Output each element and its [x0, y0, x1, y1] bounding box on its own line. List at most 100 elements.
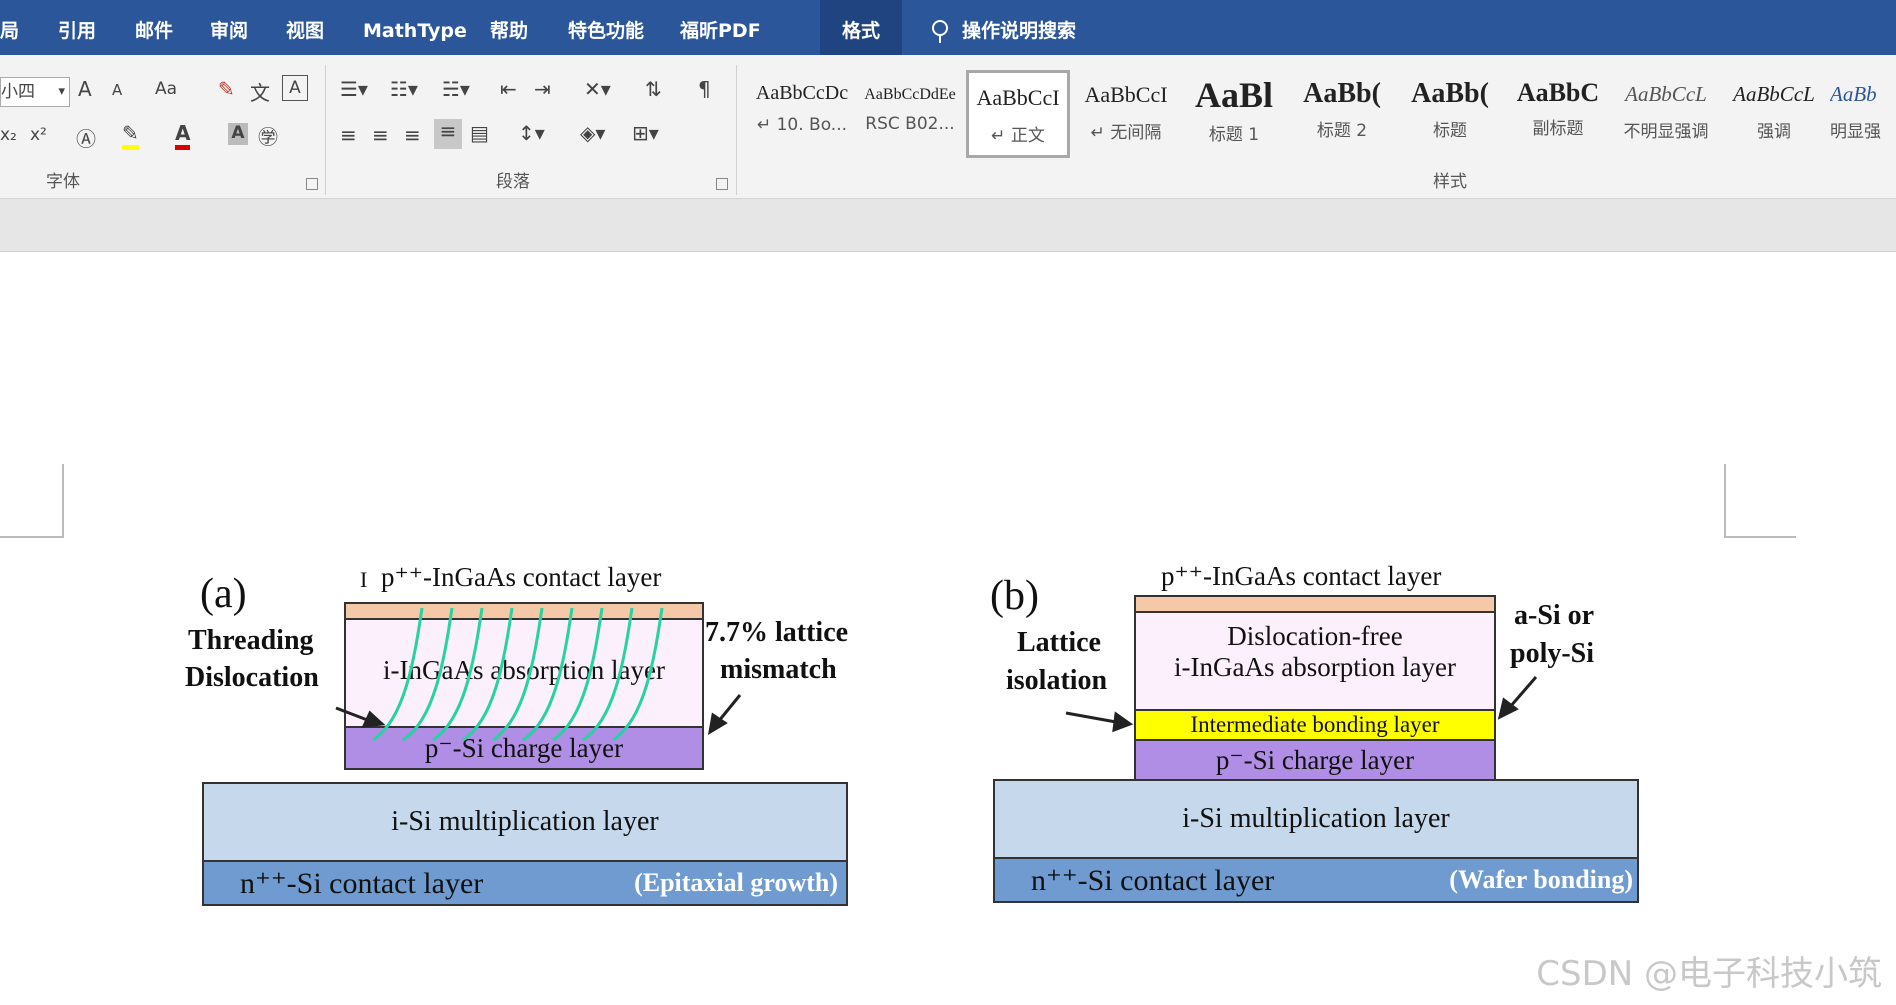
bullets-icon[interactable]: ☰▾ [340, 77, 368, 101]
align-center-icon[interactable]: ≡ [372, 123, 389, 147]
menu-help[interactable]: 帮助 [490, 0, 528, 55]
ribbon-collapse-area [0, 199, 1896, 252]
font-size-value: 小四 [1, 82, 35, 102]
menu-layout[interactable]: 局 [0, 0, 19, 55]
style-preview: AaBl [1194, 75, 1273, 115]
style-name: 不明显强调 [1623, 122, 1709, 142]
borders-icon[interactable]: ⊞▾ [632, 121, 659, 145]
style-item[interactable]: AaBb 明显强 [1830, 70, 1896, 158]
style-preview: AaBbCcDdEe [864, 86, 956, 103]
b-multiplication-layer: i-Si multiplication layer [993, 779, 1639, 859]
menu-mailings[interactable]: 邮件 [135, 0, 173, 55]
align-left-icon[interactable]: ≡ [340, 123, 357, 147]
tell-me-search[interactable]: 操作说明搜索 [930, 0, 1076, 55]
b-multiplication-label: i-Si multiplication layer [1182, 803, 1450, 834]
enclose-char-icon[interactable]: ㊫ [258, 121, 278, 150]
device-figure[interactable]: (a) I p⁺⁺-InGaAs contact layer Threading… [0, 252, 1896, 1005]
b-absorption-line2: i-InGaAs absorption layer [1174, 652, 1456, 682]
font-color-button[interactable]: A [175, 121, 191, 150]
font-size-select[interactable]: 小四 ▾ [0, 77, 70, 107]
style-item[interactable]: AaBb( 标题 [1398, 70, 1502, 158]
divider [325, 65, 326, 195]
ribbon: 小四 ▾ A A Aa ✎ 文 A x₂ x² Ⓐ ✎ A A ㊫ 字体 ☰▾ ☷… [0, 55, 1896, 199]
distributed-icon[interactable]: ▤ [470, 121, 489, 145]
menu-review[interactable]: 审阅 [210, 0, 248, 55]
menu-bar: 局 引用 邮件 审阅 视图 MathType 帮助 特色功能 福昕PDF 格式 … [0, 0, 1896, 55]
style-name: 标题 2 [1316, 121, 1368, 141]
highlight-icon[interactable]: ✎ [122, 121, 139, 150]
style-name: ↵ 正文 [991, 126, 1045, 146]
style-name: ↵ 10. Bo... [756, 115, 848, 135]
b-contact-top-label: p⁺⁺-InGaAs contact layer [1161, 561, 1442, 591]
menu-foxit-pdf[interactable]: 福昕PDF [680, 0, 761, 55]
style-item[interactable]: AaBbCcDc ↵ 10. Bo... [750, 70, 854, 158]
b-bonding-label: Intermediate bonding layer [1190, 712, 1440, 737]
b-left-note-line2: isolation [1006, 665, 1108, 696]
style-name: 副标题 [1532, 119, 1584, 139]
b-contact-bottom-label: n⁺⁺-Si contact layer [1031, 864, 1275, 897]
style-item[interactable]: AaBbCcI ↵ 无间隔 [1074, 70, 1178, 158]
numbering-icon[interactable]: ☷▾ [390, 77, 418, 101]
style-name: 标题 1 [1208, 125, 1260, 145]
b-method-label: (Wafer bonding) [1449, 865, 1633, 894]
subscript-button[interactable]: x₂ [0, 125, 17, 145]
multilevel-list-icon[interactable]: ☵▾ [442, 77, 470, 101]
align-right-icon[interactable]: ≡ [404, 123, 421, 147]
font-group-label: 字体 [46, 172, 80, 192]
menu-special-features[interactable]: 特色功能 [568, 0, 644, 55]
b-contact-bottom-layer: n⁺⁺-Si contact layer (Wafer bonding) [993, 857, 1639, 903]
text-effects-icon[interactable]: Ⓐ [76, 123, 96, 152]
menu-format-tab[interactable]: 格式 [820, 0, 902, 55]
grow-font-button[interactable]: A [78, 77, 92, 101]
style-preview: AaBb( [1303, 78, 1381, 109]
character-shading-button[interactable]: A [228, 123, 248, 145]
styles-group-label: 样式 [1433, 172, 1467, 192]
clear-format-icon[interactable]: ✎ [218, 77, 235, 101]
phonetic-guide-icon[interactable]: 文 [250, 77, 270, 106]
style-item-selected[interactable]: AaBbCcI ↵ 正文 [966, 70, 1070, 158]
paragraph-group-label: 段落 [496, 172, 530, 192]
dislocation-lines [372, 607, 664, 742]
style-item[interactable]: AaBbCcL 不明显强调 [1614, 70, 1718, 158]
style-name: 标题 [1433, 121, 1467, 141]
style-item[interactable]: AaBb( 标题 2 [1290, 70, 1394, 158]
divider [736, 65, 737, 195]
menu-view[interactable]: 视图 [286, 0, 324, 55]
justify-icon[interactable]: ≡ [434, 119, 462, 149]
style-item[interactable]: AaBbCcDdEe RSC B02... [858, 70, 962, 158]
style-item[interactable]: AaBbC 副标题 [1506, 70, 1610, 158]
b-charge-label: p⁻-Si charge layer [1215, 745, 1415, 775]
style-item[interactable]: AaBbCcL 强调 [1722, 70, 1826, 158]
chevron-down-icon: ▾ [58, 84, 65, 99]
line-spacing-icon[interactable]: ↕▾ [518, 121, 545, 145]
change-case-button[interactable]: Aa [155, 79, 177, 99]
style-preview: AaBbC [1516, 78, 1600, 107]
font-dialog-launcher-icon[interactable] [306, 178, 318, 190]
style-preview: AaBbCcDc [755, 82, 849, 104]
decrease-indent-icon[interactable]: ⇤ [500, 77, 517, 101]
sort-icon[interactable]: ⇅ [645, 77, 662, 101]
style-item[interactable]: AaBl 标题 1 [1182, 70, 1286, 158]
b-bonding-layer: Intermediate bonding layer [1134, 709, 1496, 741]
b-right-note-line2: poly-Si [1510, 638, 1595, 669]
style-preview: AaBbCcL [1733, 82, 1815, 106]
style-preview: AaBbCcI [976, 85, 1060, 110]
style-name: ↵ 无间隔 [1090, 123, 1162, 143]
style-preview: AaBbCcL [1625, 82, 1707, 106]
shrink-font-button[interactable]: A [112, 81, 122, 99]
superscript-button[interactable]: x² [30, 125, 47, 145]
figure-b-tag: (b) [990, 573, 1039, 619]
b-left-note-line1: Lattice [1017, 627, 1101, 658]
menu-mathtype[interactable]: MathType [363, 0, 467, 55]
shading-icon[interactable]: ◈▾ [580, 121, 605, 145]
b-charge-layer: p⁻-Si charge layer [1134, 739, 1496, 781]
show-marks-icon[interactable]: ¶ [698, 77, 711, 101]
style-preview: AaBb( [1411, 78, 1489, 109]
chinese-layout-icon[interactable]: ✕▾ [584, 77, 611, 101]
style-name: RSC B02... [865, 114, 955, 134]
menu-references[interactable]: 引用 [58, 0, 96, 55]
paragraph-dialog-launcher-icon[interactable] [716, 178, 728, 190]
increase-indent-icon[interactable]: ⇥ [534, 77, 551, 101]
search-label: 操作说明搜索 [962, 20, 1077, 42]
character-border-icon[interactable]: A [282, 75, 308, 101]
